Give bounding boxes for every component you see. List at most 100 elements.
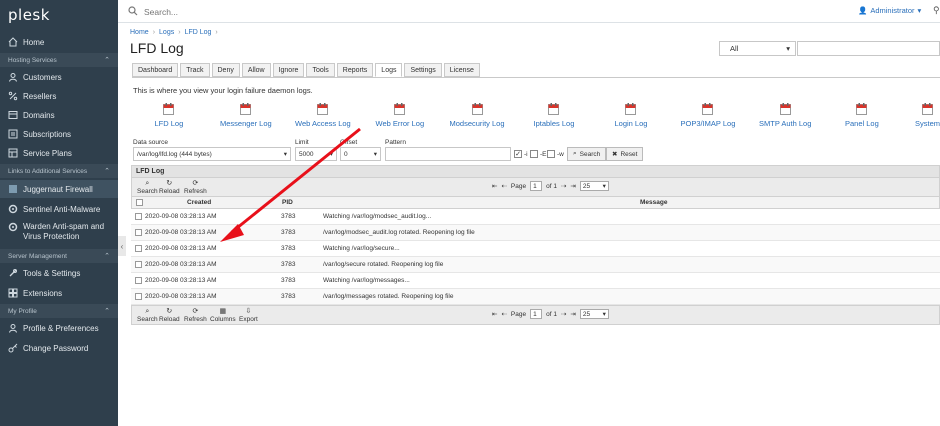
sidebar-item-juggernaut-firewall[interactable]: Juggernaut Firewall — [0, 180, 118, 198]
sidebar-item-tools-settings[interactable]: Tools & Settings — [0, 264, 118, 282]
sidebar-item-home[interactable]: Home — [0, 33, 118, 51]
tab-allow[interactable]: Allow — [241, 63, 271, 77]
last-page-icon[interactable]: ⇥ — [570, 310, 575, 318]
breadcrumb-home[interactable]: Home — [130, 29, 149, 36]
page-input[interactable]: 1 — [530, 309, 543, 319]
row-checkbox[interactable] — [135, 293, 142, 300]
log-button-web-error-log[interactable]: Web Error Log — [376, 103, 424, 128]
sidebar-item-warden[interactable]: Warden Anti-spam and Virus Protection — [0, 219, 118, 245]
tab-settings[interactable]: Settings — [404, 63, 442, 77]
first-page-icon[interactable]: ⇤ — [492, 310, 497, 318]
column-message[interactable]: Message — [640, 199, 667, 206]
row-checkbox[interactable] — [135, 245, 142, 252]
sidebar-item-domains[interactable]: Domains — [0, 106, 118, 124]
pin-icon[interactable]: ⚲ — [933, 5, 940, 16]
checkbox[interactable] — [547, 150, 555, 158]
grid-export-button[interactable]: ⇩ Export — [239, 308, 258, 323]
option-e-checkbox[interactable]: -E — [530, 150, 547, 158]
checkbox-checked[interactable]: ✓ — [514, 150, 522, 158]
log-button-smtp-auth-log[interactable]: SMTP Auth Log — [759, 103, 811, 128]
next-page-icon[interactable]: ⇢ — [561, 182, 566, 190]
grid-columns-button[interactable]: ▦ Columns — [210, 308, 236, 323]
pattern-input[interactable] — [385, 147, 511, 161]
grid-reload-button[interactable]: ↻ Reload — [159, 308, 180, 323]
data-source-select[interactable]: /var/log/lfd.log (444 bytes) ▾ — [133, 147, 291, 161]
select-all-checkbox[interactable] — [136, 199, 143, 206]
log-button-login-log[interactable]: Login Log — [615, 103, 647, 128]
grid-search-button[interactable]: ⌕ Search — [137, 308, 158, 323]
column-created[interactable]: Created — [187, 199, 211, 206]
log-button-pop3-imap-log[interactable]: POP3/IMAP Log — [681, 103, 735, 128]
grid-search-button[interactable]: ⌕ Search — [137, 180, 158, 195]
table-row[interactable]: 2020-09-08 03:28:13 AM 3783/var/log/messa… — [131, 289, 940, 305]
tab-dashboard[interactable]: Dashboard — [132, 63, 179, 77]
log-button-modsecurity-log[interactable]: Modsecurity Log — [450, 103, 505, 128]
collapse-sidebar-button[interactable]: ‹ — [118, 236, 126, 256]
tab-license[interactable]: License — [443, 63, 480, 77]
log-button-messenger-log[interactable]: Messenger Log — [220, 103, 272, 128]
log-button-web-access-log[interactable]: Web Access Log — [295, 103, 351, 128]
log-button-panel-log[interactable]: Panel Log — [845, 103, 879, 128]
sidebar-item-service-plans[interactable]: Service Plans — [0, 144, 118, 162]
sidebar-section-links[interactable]: Links to Additional Services ⌃ — [0, 164, 118, 178]
first-page-icon[interactable]: ⇤ — [492, 182, 497, 190]
global-search-input[interactable] — [144, 5, 344, 18]
table-row[interactable]: 2020-09-08 03:28:13 AM 3783/var/log/secur… — [131, 257, 940, 273]
search-button[interactable]: ⌕ Search — [567, 147, 607, 161]
sidebar-section-profile[interactable]: My Profile ⌃ — [0, 304, 118, 318]
plesk-logo[interactable]: plesk — [8, 6, 50, 24]
option-i-checkbox[interactable]: ✓ -i — [514, 150, 528, 158]
row-checkbox[interactable] — [135, 277, 142, 284]
column-pid[interactable]: PID — [282, 199, 293, 206]
sidebar-section-hosting[interactable]: Hosting Services ⌃ — [0, 53, 118, 67]
table-row[interactable]: 2020-09-08 03:28:13 AM 3783 Watching /var/… — [131, 209, 940, 225]
calendar-icon — [471, 103, 483, 115]
sidebar-item-resellers[interactable]: Resellers — [0, 87, 118, 105]
prev-page-icon[interactable]: ⇠ — [501, 310, 506, 318]
tab-ignore[interactable]: Ignore — [272, 63, 305, 77]
checkbox[interactable] — [530, 150, 538, 158]
table-row[interactable]: 2020-09-08 03:28:13 AM 3783 Watching /var/… — [131, 241, 940, 257]
tab-reports[interactable]: Reports — [336, 63, 374, 77]
cell-created: 2020-09-08 03:28:13 AM — [145, 213, 217, 220]
log-button-iptables-log[interactable]: Iptables Log — [534, 103, 574, 128]
filter-input[interactable] — [797, 41, 940, 56]
user-menu[interactable]: 👤 Administrator ▾ — [858, 6, 921, 15]
log-button-system[interactable]: System — [915, 103, 940, 128]
grid-reload-button[interactable]: ↻ Reload — [159, 180, 180, 195]
offset-select[interactable]: 0 ▾ — [340, 147, 381, 161]
tab-track[interactable]: Track — [180, 63, 210, 77]
tab-logs[interactable]: Logs — [375, 63, 403, 77]
option-i-label: -i — [524, 150, 528, 158]
breadcrumb-lfd-log[interactable]: LFD Log — [185, 29, 212, 36]
reset-button[interactable]: ✖ Reset — [606, 147, 644, 161]
sidebar-item-extensions[interactable]: Extensions — [0, 284, 118, 302]
sidebar-item-profile-preferences[interactable]: Profile & Preferences — [0, 319, 118, 337]
sidebar-item-customers[interactable]: Customers — [0, 68, 118, 86]
log-button-label: Messenger Log — [220, 119, 272, 128]
filter-select[interactable]: All ▾ — [719, 41, 796, 56]
breadcrumb-logs[interactable]: Logs — [159, 29, 174, 36]
last-page-icon[interactable]: ⇥ — [570, 182, 575, 190]
row-checkbox[interactable] — [135, 229, 142, 236]
page-size-select[interactable]: 25 ▾ — [579, 309, 609, 319]
grid-refresh-button[interactable]: ⟳ Refresh — [184, 308, 207, 323]
option-w-checkbox[interactable]: -w — [547, 150, 564, 158]
tab-deny[interactable]: Deny — [211, 63, 240, 77]
sidebar-section-server[interactable]: Server Management ⌃ — [0, 249, 118, 263]
sidebar-item-subscriptions[interactable]: Subscriptions — [0, 125, 118, 143]
prev-page-icon[interactable]: ⇠ — [501, 182, 506, 190]
page-size-select[interactable]: 25 ▾ — [579, 181, 609, 191]
row-checkbox[interactable] — [135, 261, 142, 268]
grid-refresh-button[interactable]: ⟳ Refresh — [184, 180, 207, 195]
table-row[interactable]: 2020-09-08 03:28:13 AM 3783/var/log/modse… — [131, 225, 940, 241]
log-button-lfd-log[interactable]: LFD Log — [155, 103, 183, 128]
sidebar-item-sentinel[interactable]: Sentinel Anti-Malware — [0, 200, 118, 218]
row-checkbox[interactable] — [135, 213, 142, 220]
tab-tools[interactable]: Tools — [306, 63, 335, 77]
table-row[interactable]: 2020-09-08 03:28:13 AM 3783 Watching /var/… — [131, 273, 940, 289]
sidebar-item-change-password[interactable]: Change Password — [0, 339, 118, 357]
page-input[interactable]: 1 — [530, 181, 543, 191]
limit-select[interactable]: 5000 ▾ — [295, 147, 337, 161]
next-page-icon[interactable]: ⇢ — [561, 310, 566, 318]
